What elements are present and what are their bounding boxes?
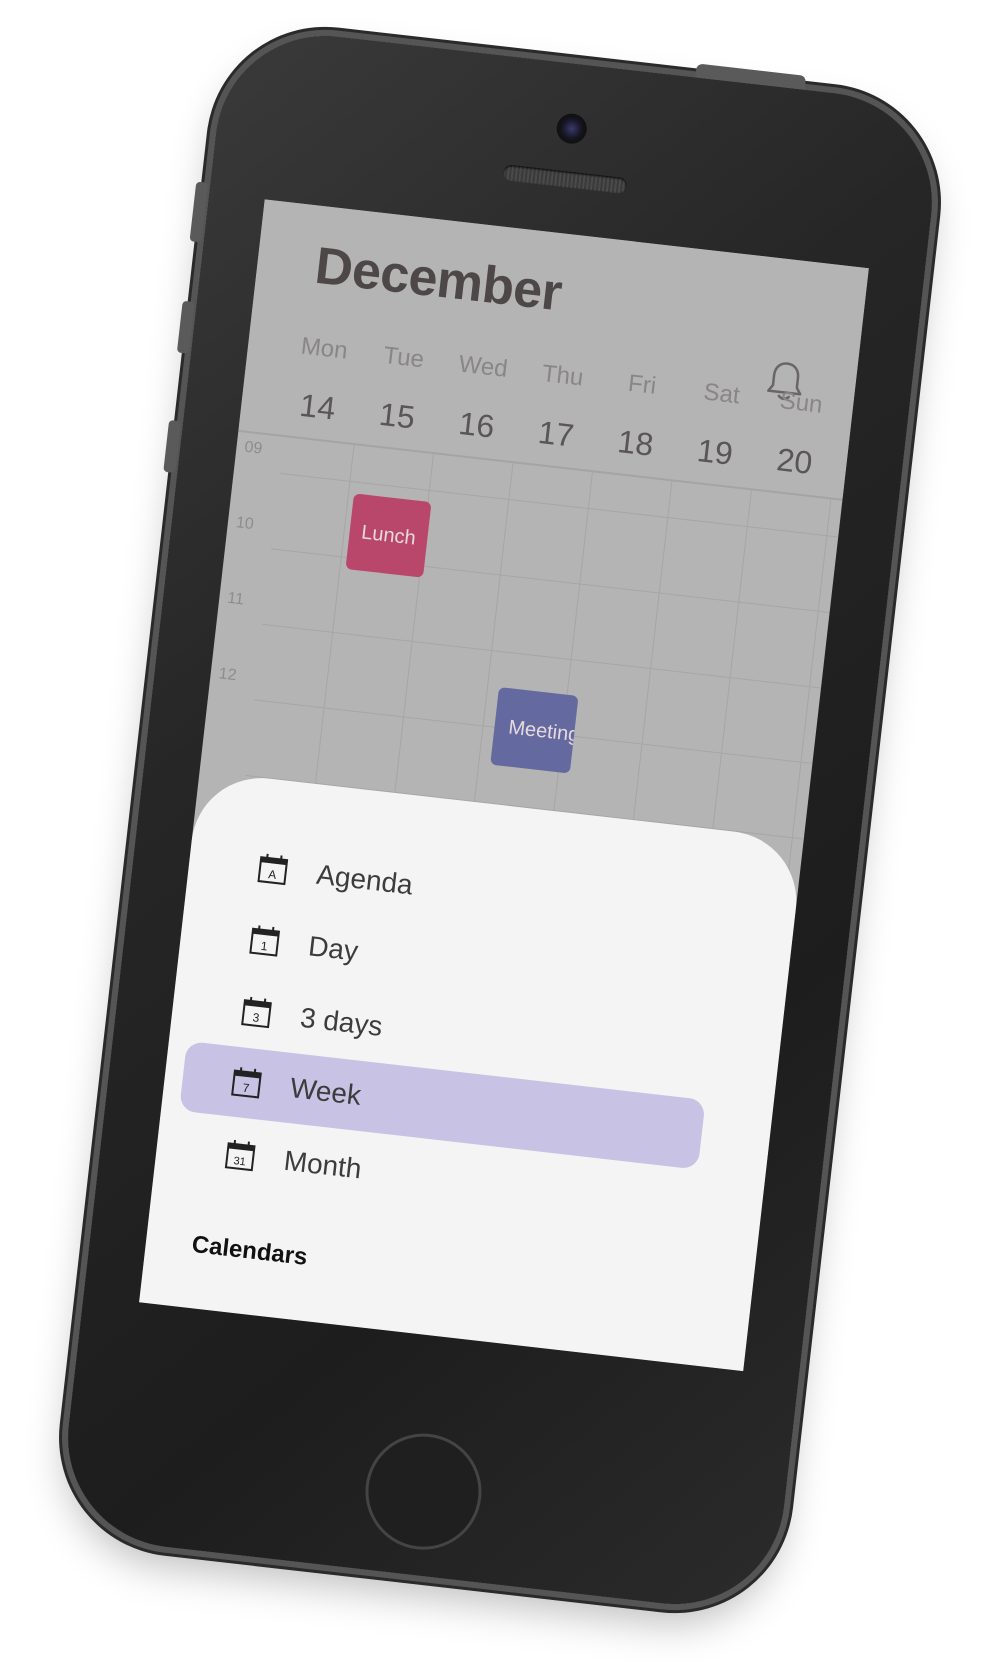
volume-up-button	[176, 300, 195, 354]
calendar-icon: 31	[224, 1139, 256, 1172]
day-name: Fri	[626, 369, 658, 400]
calendar-icon: 3	[241, 996, 272, 1029]
day-number: 19	[695, 432, 735, 472]
day-name: Wed	[457, 350, 510, 383]
app-screen: December Mon 14 Tue 15 Wed 16 Thu 17 Fri…	[139, 199, 869, 1372]
view-mode-sheet: A Agenda 1 Day 3 3 days 7 Week 31 Month …	[139, 770, 804, 1372]
day-column-wed[interactable]: Wed 16	[435, 349, 525, 448]
day-column-fri[interactable]: Fri 18	[594, 367, 684, 466]
earpiece-speaker	[502, 164, 628, 195]
calendar-icon-text: 7	[242, 1081, 251, 1096]
menu-item-label: Day	[306, 930, 360, 967]
day-column-tue[interactable]: Tue 15	[355, 340, 445, 439]
front-camera	[557, 114, 587, 144]
event-meeting[interactable]: Meeting	[490, 687, 579, 774]
menu-item-label: Agenda	[314, 858, 415, 901]
day-name: Mon	[299, 332, 349, 365]
menu-item-label: Month	[282, 1144, 364, 1185]
calendar-icon: 1	[249, 925, 281, 957]
grid-line	[262, 623, 822, 689]
day-name: Sat	[702, 378, 742, 410]
day-number: 20	[774, 441, 815, 481]
power-button	[695, 63, 807, 90]
grid-line	[785, 499, 832, 897]
calendar-icon-text: 31	[233, 1155, 247, 1168]
day-number: 18	[615, 423, 656, 463]
day-name: Sun	[778, 387, 824, 419]
calendar-icon-text: A	[268, 867, 278, 882]
calendar-icon: A	[257, 853, 289, 886]
mute-switch	[189, 181, 209, 243]
calendar-icon-text: 1	[260, 939, 269, 954]
day-column-sun[interactable]: Sun 20	[753, 385, 843, 484]
hour-label: 09	[243, 438, 264, 458]
volume-down-button	[163, 419, 182, 474]
home-button[interactable]	[359, 1427, 488, 1556]
day-number: 14	[297, 386, 338, 427]
menu-item-label: 3 days	[298, 1001, 385, 1042]
day-number: 16	[456, 404, 497, 445]
day-column-thu[interactable]: Thu 17	[514, 358, 604, 457]
phone-frame: December Mon 14 Tue 15 Wed 16 Thu 17 Fri…	[56, 24, 944, 1616]
day-number: 15	[377, 395, 417, 436]
event-lunch[interactable]: Lunch	[345, 493, 432, 578]
day-column-sat[interactable]: Sat 19	[673, 376, 763, 475]
calendar-icon: 7	[231, 1067, 262, 1099]
hour-label: 12	[217, 665, 238, 685]
day-number: 17	[536, 413, 576, 454]
menu-item-label: Week	[288, 1072, 363, 1111]
calendar-icon-text: 3	[252, 1010, 261, 1025]
calendars-section-title: Calendars	[190, 1230, 309, 1271]
month-title: December	[312, 236, 565, 323]
hour-label: 11	[226, 589, 245, 609]
day-column-mon[interactable]: Mon 14	[276, 331, 366, 430]
hour-label: 10	[234, 514, 255, 534]
day-name: Tue	[382, 341, 426, 374]
day-name: Thu	[540, 359, 585, 392]
